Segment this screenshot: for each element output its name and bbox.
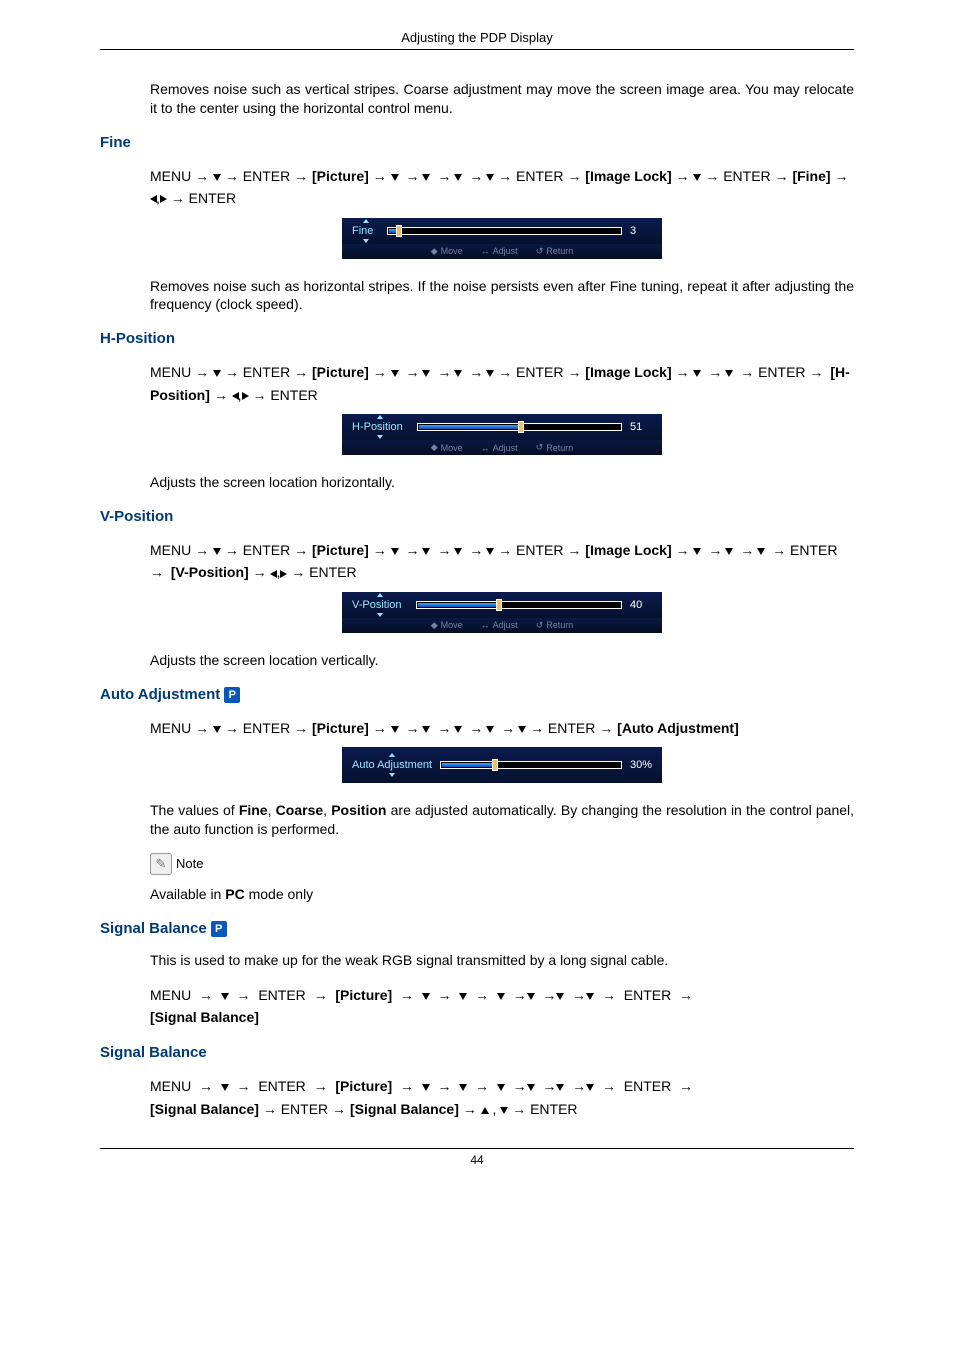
osd-value: 30%	[630, 759, 652, 771]
section-title-fine: Fine	[100, 134, 854, 151]
note-row: ✎ Note	[150, 853, 854, 875]
osd-hpos: H-Position 51 ◆Move ↔Adjust ↺Return	[342, 414, 662, 455]
sigbal-intro-desc: This is used to make up for the weak RGB…	[150, 951, 854, 970]
fine-desc: Removes noise such as horizontal stripes…	[150, 277, 854, 315]
osd-vpos: V-Position 40 ◆Move ↔Adjust ↺Return	[342, 592, 662, 633]
nav-vpos: MENU → → ENTER → [Picture] → → → → → ENT…	[150, 539, 854, 584]
osd-label: V-Position	[352, 599, 408, 611]
intro-paragraph: Removes noise such as vertical stripes. …	[150, 80, 854, 118]
page-footer: 44	[100, 1148, 854, 1167]
osd-fine: Fine 3 ◆Move ↔Adjust ↺Return	[342, 218, 662, 259]
osd-value: 3	[630, 225, 652, 237]
pc-badge-icon: P	[211, 921, 227, 937]
section-title-auto: Auto AdjustmentP	[100, 686, 854, 703]
section-title-sigbal: Signal Balance	[100, 1044, 854, 1061]
nav-fine: MENU → → ENTER → [Picture] → → → → → ENT…	[150, 165, 854, 210]
section-title-hpos: H-Position	[100, 330, 854, 347]
note-label: Note	[176, 856, 203, 871]
nav-auto: MENU → → ENTER → [Picture] → → → → → → E…	[150, 717, 854, 739]
nav-sigbal: MENU → → ENTER → [Picture] → → → → → → →…	[150, 1075, 854, 1120]
note-icon: ✎	[150, 853, 172, 875]
pc-badge-icon: P	[224, 687, 240, 703]
osd-label: Fine	[352, 225, 379, 237]
nav-hpos: MENU → → ENTER → [Picture] → → → → → ENT…	[150, 361, 854, 406]
auto-note-body: Available in PC mode only	[150, 885, 854, 904]
section-title-vpos: V-Position	[100, 508, 854, 525]
osd-label: H-Position	[352, 421, 409, 433]
page-header: Adjusting the PDP Display	[100, 30, 854, 50]
auto-desc: The values of Fine, Coarse, Position are…	[150, 801, 854, 839]
osd-value: 51	[630, 421, 652, 433]
osd-value: 40	[630, 599, 652, 611]
osd-label: Auto Adjustment	[352, 759, 432, 771]
vpos-desc: Adjusts the screen location vertically.	[150, 651, 854, 670]
hpos-desc: Adjusts the screen location horizontally…	[150, 473, 854, 492]
nav-sigbal-intro: MENU → → ENTER → [Picture] → → → → → → →…	[150, 984, 854, 1029]
section-title-sigbal-intro: Signal BalanceP	[100, 920, 854, 937]
osd-auto: Auto Adjustment 30%	[342, 747, 662, 783]
